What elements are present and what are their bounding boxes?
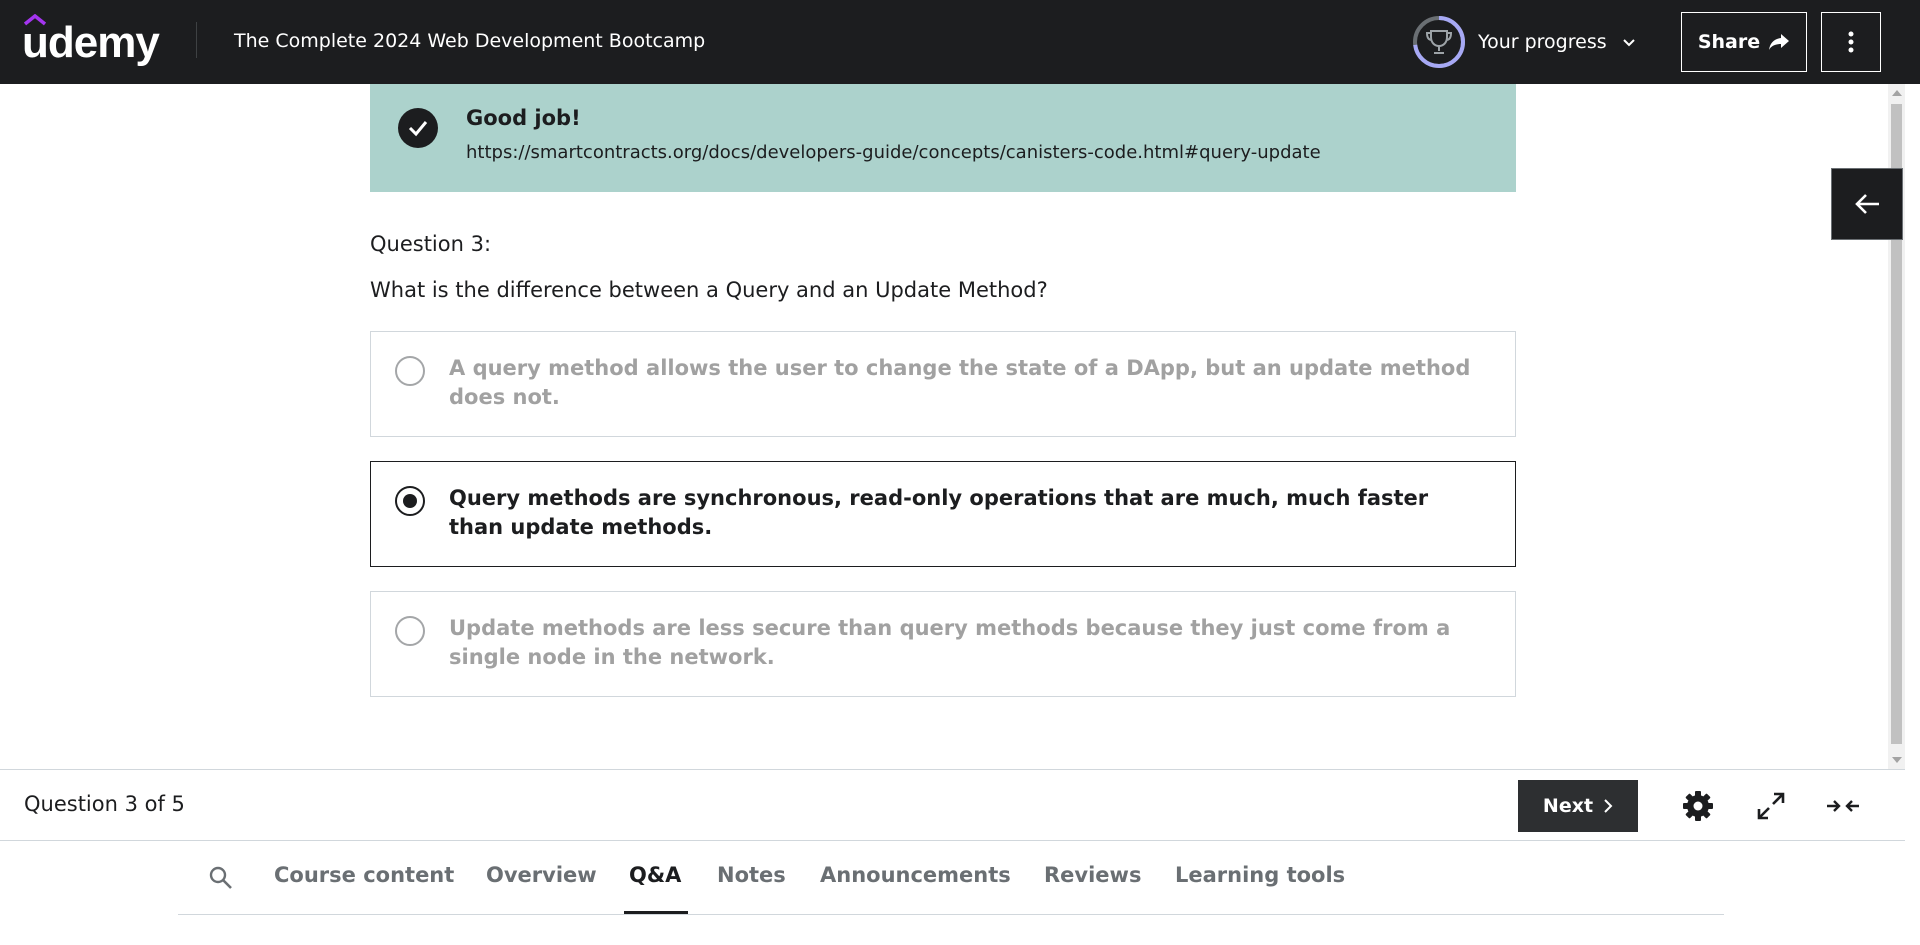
feedback-link: https://smartcontracts.org/docs/develope… bbox=[466, 142, 1321, 163]
share-button[interactable]: Share bbox=[1681, 12, 1807, 72]
header-divider bbox=[196, 22, 197, 58]
chevron-right-icon bbox=[1604, 799, 1613, 813]
next-label: Next bbox=[1542, 795, 1594, 817]
tab-course-content[interactable]: Course content bbox=[274, 863, 454, 887]
course-tabs: Course content Overview Q&A Notes Announ… bbox=[178, 841, 1724, 915]
tab-notes[interactable]: Notes bbox=[717, 863, 786, 887]
question-text: What is the difference between a Query a… bbox=[370, 278, 1048, 302]
feedback-banner: Good job! https://smartcontracts.org/doc… bbox=[370, 84, 1516, 192]
answer-option-text: Query methods are synchronous, read-only… bbox=[449, 486, 1429, 539]
radio-button-selected[interactable] bbox=[395, 486, 425, 516]
expand-icon[interactable] bbox=[1751, 786, 1791, 826]
open-sidebar-button[interactable] bbox=[1831, 168, 1903, 240]
feedback-title: Good job! bbox=[466, 106, 581, 130]
answer-option-2[interactable]: Query methods are synchronous, read-only… bbox=[370, 461, 1516, 567]
tab-qa[interactable]: Q&A bbox=[629, 863, 681, 887]
radio-button[interactable] bbox=[395, 616, 425, 646]
right-margin bbox=[1905, 84, 1920, 945]
next-button[interactable]: Next bbox=[1518, 780, 1638, 832]
question-number: Question 3: bbox=[370, 232, 492, 256]
answer-option-text: Update methods are less secure than quer… bbox=[449, 616, 1451, 669]
share-label: Share bbox=[1697, 31, 1761, 53]
more-vertical-icon bbox=[1848, 31, 1854, 53]
tab-reviews[interactable]: Reviews bbox=[1044, 863, 1141, 887]
scroll-up-arrow[interactable] bbox=[1892, 90, 1902, 96]
progress-label: Your progress bbox=[1478, 31, 1607, 53]
course-title[interactable]: The Complete 2024 Web Development Bootca… bbox=[234, 30, 705, 52]
scroll-down-arrow[interactable] bbox=[1892, 757, 1902, 763]
answer-option-text: A query method allows the user to change… bbox=[449, 356, 1471, 409]
collapse-icon[interactable] bbox=[1823, 786, 1863, 826]
answer-option-1[interactable]: A query method allows the user to change… bbox=[370, 331, 1516, 437]
your-progress-dropdown[interactable]: Your progress bbox=[1412, 14, 1637, 70]
chevron-down-icon bbox=[1622, 39, 1635, 47]
logo-text: udemy bbox=[22, 18, 160, 67]
udemy-logo[interactable]: udemy bbox=[22, 14, 162, 68]
quiz-footer: Question 3 of 5 Next bbox=[0, 769, 1905, 841]
more-options-button[interactable] bbox=[1821, 12, 1881, 72]
trophy-icon bbox=[1413, 16, 1465, 68]
top-header: udemy The Complete 2024 Web Development … bbox=[0, 0, 1920, 84]
answer-option-3[interactable]: Update methods are less secure than quer… bbox=[370, 591, 1516, 697]
share-arrow-icon bbox=[1769, 34, 1790, 50]
radio-button[interactable] bbox=[395, 356, 425, 386]
search-icon[interactable] bbox=[208, 865, 234, 891]
gear-icon[interactable] bbox=[1678, 786, 1718, 826]
tab-learning-tools[interactable]: Learning tools bbox=[1175, 863, 1345, 887]
tab-announcements[interactable]: Announcements bbox=[820, 863, 1011, 887]
active-tab-indicator bbox=[624, 911, 688, 914]
radio-dot bbox=[403, 494, 417, 508]
arrow-left-icon bbox=[1855, 194, 1879, 214]
question-counter: Question 3 of 5 bbox=[24, 792, 185, 816]
checkmark-icon bbox=[398, 108, 438, 148]
tab-overview[interactable]: Overview bbox=[486, 863, 597, 887]
